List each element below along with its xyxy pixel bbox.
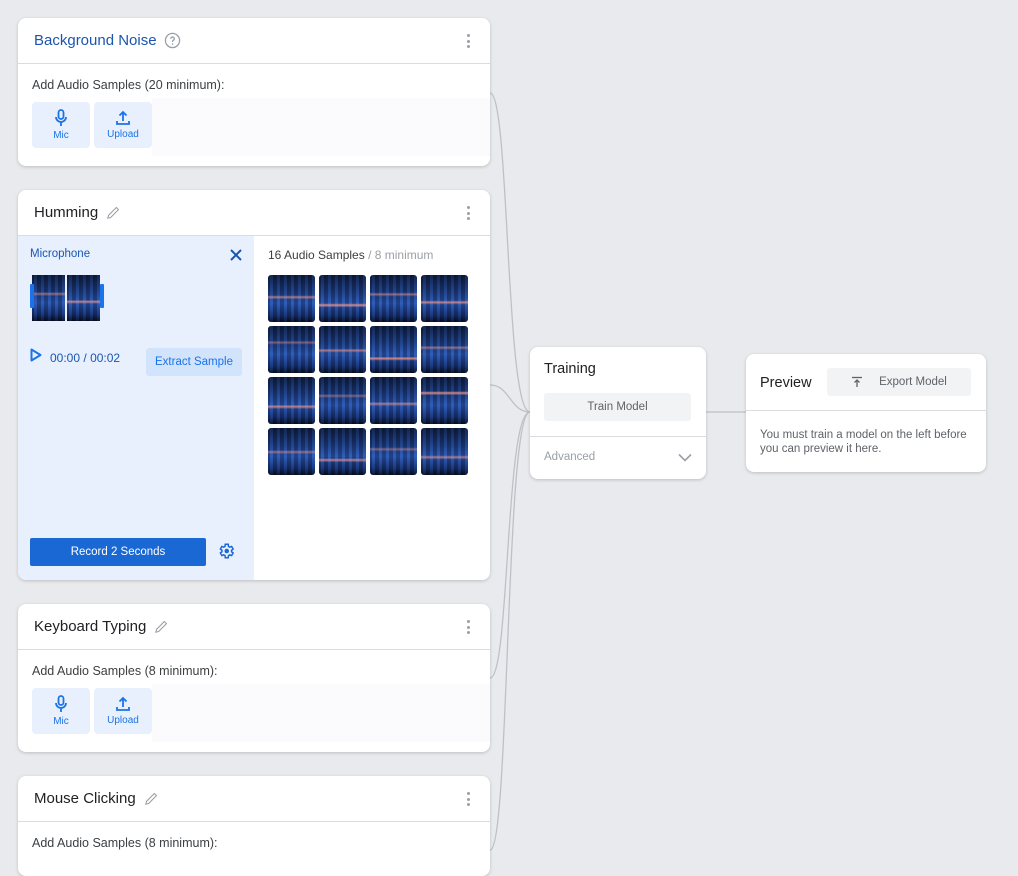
class-title[interactable]: Mouse Clicking: [34, 790, 136, 807]
upload-icon: [116, 110, 130, 125]
mic-icon: [55, 695, 67, 712]
export-icon: [852, 376, 863, 387]
audio-sample-thumbnail[interactable]: [370, 275, 417, 322]
class-card-keyboard-typing: Keyboard Typing Add Audio Samples (8 min…: [18, 604, 490, 752]
recording-clip[interactable]: [30, 274, 104, 322]
audio-sample-thumbnail[interactable]: [421, 428, 468, 475]
audio-sample-thumbnail[interactable]: [421, 275, 468, 322]
connector-humming: [489, 384, 531, 413]
training-title: Training: [544, 361, 596, 377]
audio-sample-thumbnail[interactable]: [421, 326, 468, 373]
audio-sample-thumbnail[interactable]: [268, 275, 315, 322]
more-options-icon[interactable]: [464, 620, 472, 634]
class-card-mouse-clicking: Mouse Clicking Add Audio Samples (8 mini…: [18, 776, 490, 876]
audio-sample-thumbnail[interactable]: [268, 326, 315, 373]
upload-button[interactable]: Upload: [94, 688, 152, 734]
export-model-button[interactable]: Export Model: [827, 368, 971, 396]
more-options-icon[interactable]: [464, 792, 472, 806]
class-title[interactable]: Humming: [34, 204, 98, 221]
audio-sample-thumbnail[interactable]: [319, 377, 366, 424]
more-options-icon[interactable]: [464, 206, 472, 220]
audio-sample-thumbnail[interactable]: [319, 326, 366, 373]
record-button[interactable]: Record 2 Seconds: [30, 538, 206, 566]
audio-sample-thumbnail[interactable]: [319, 275, 366, 322]
playback-time: 00:00 / 00:02: [50, 350, 121, 365]
mic-label: Mic: [53, 130, 69, 141]
card-header: Keyboard Typing: [18, 604, 490, 650]
mic-button[interactable]: Mic: [32, 102, 90, 148]
microphone-title: Microphone: [30, 248, 91, 260]
audio-sample-thumbnail[interactable]: [370, 377, 417, 424]
add-samples-label: Add Audio Samples (8 minimum):: [32, 836, 218, 850]
preview-message: You must train a model on the left befor…: [760, 429, 967, 455]
connector-mouse-clicking: [489, 411, 531, 851]
preview-card: Preview Export Model You must train a mo…: [746, 354, 986, 472]
card-header: Humming: [18, 190, 490, 236]
preview-title: Preview: [760, 375, 812, 391]
divider: [746, 410, 986, 411]
class-title[interactable]: Background Noise: [34, 32, 157, 49]
extract-sample-button[interactable]: Extract Sample: [146, 348, 242, 376]
audio-sample-thumbnail[interactable]: [370, 428, 417, 475]
mic-button[interactable]: Mic: [32, 688, 90, 734]
add-samples-label: Add Audio Samples (20 minimum):: [32, 78, 225, 92]
audio-sample-thumbnail[interactable]: [268, 428, 315, 475]
card-header: Background Noise: [18, 18, 490, 64]
clip-spectrogram: [32, 275, 65, 321]
class-title[interactable]: Keyboard Typing: [34, 618, 146, 635]
advanced-label: Advanced: [544, 451, 596, 463]
help-circle-icon[interactable]: [164, 32, 181, 49]
samples-count: 16 Audio Samples / 8 minimum: [268, 248, 434, 262]
clip-spectrogram: [67, 275, 100, 321]
samples-grid: [268, 275, 476, 475]
upload-icon: [116, 696, 130, 711]
microphone-panel: Microphone 00:00 / 00:02 Extract Sample …: [18, 236, 254, 580]
upload-label: Upload: [107, 715, 139, 726]
more-options-icon[interactable]: [464, 34, 472, 48]
export-label: Export Model: [879, 376, 947, 388]
card-header: Mouse Clicking: [18, 776, 490, 822]
audio-sample-thumbnail[interactable]: [421, 377, 468, 424]
upload-label: Upload: [107, 129, 139, 140]
training-card: Training Train Model Advanced: [530, 347, 706, 479]
clip-start-handle[interactable]: [30, 284, 34, 308]
connector-background-noise: [489, 92, 531, 413]
mic-icon: [55, 109, 67, 126]
close-icon[interactable]: [230, 248, 242, 266]
play-icon[interactable]: [30, 348, 42, 367]
class-card-humming: Humming Microphone 00:00 / 00:02 Extract…: [18, 190, 490, 580]
edit-pencil-icon[interactable]: [153, 618, 170, 635]
edit-pencil-icon[interactable]: [105, 204, 122, 221]
class-card-background-noise: Background Noise Add Audio Samples (20 m…: [18, 18, 490, 166]
advanced-toggle[interactable]: Advanced: [530, 437, 706, 477]
connector-keyboard-typing: [489, 411, 531, 679]
audio-sample-thumbnail[interactable]: [268, 377, 315, 424]
chevron-down-icon: [678, 453, 692, 462]
audio-sample-thumbnail[interactable]: [319, 428, 366, 475]
add-samples-label: Add Audio Samples (8 minimum):: [32, 664, 218, 678]
samples-panel: 16 Audio Samples / 8 minimum: [254, 236, 490, 580]
audio-sample-thumbnail[interactable]: [370, 326, 417, 373]
gear-icon[interactable]: [217, 542, 235, 565]
clip-end-handle[interactable]: [100, 284, 104, 308]
train-model-button[interactable]: Train Model: [544, 393, 691, 421]
mic-label: Mic: [53, 716, 69, 727]
upload-button[interactable]: Upload: [94, 102, 152, 148]
edit-pencil-icon[interactable]: [143, 790, 160, 807]
